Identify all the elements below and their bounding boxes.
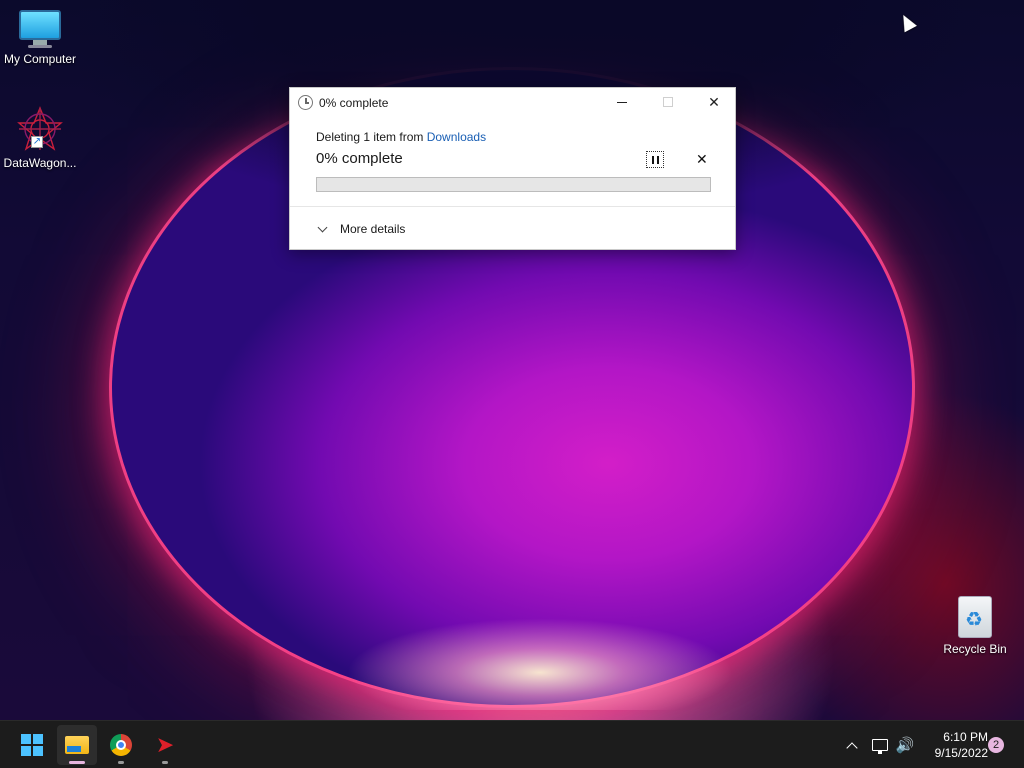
chevron-up-icon — [846, 741, 858, 754]
show-hidden-icons-button[interactable] — [842, 721, 862, 768]
wallpaper-bottom-glow — [300, 560, 780, 710]
desktop-icon-recycle-bin[interactable]: ♻ Recycle Bin — [935, 596, 1015, 656]
notification-badge[interactable]: 2 — [988, 737, 1004, 753]
desktop-icon-my-computer[interactable]: My Computer — [0, 10, 80, 66]
progress-percent-text: 0% complete — [316, 150, 403, 167]
running-indicator — [118, 761, 124, 764]
clock-time: 6:10 PM — [943, 730, 988, 744]
shortcut-arrow-icon: ↗ — [31, 136, 43, 148]
desktop-icon-label: Recycle Bin — [943, 642, 1007, 656]
chrome-icon — [110, 734, 132, 756]
delete-progress-dialog: 0% complete ✕ Deleting 1 item from Downl… — [289, 87, 736, 250]
close-button[interactable]: ✕ — [691, 88, 737, 116]
chevron-down-icon — [317, 222, 328, 232]
pause-button[interactable] — [646, 151, 664, 168]
close-icon: ✕ — [696, 151, 708, 167]
downloads-link[interactable]: Downloads — [427, 130, 486, 144]
network-icon — [872, 739, 888, 754]
speaker-icon: 🔊 — [895, 737, 915, 754]
clock[interactable]: 6:10 PM 9/15/2022 — [924, 721, 988, 768]
running-indicator — [69, 761, 85, 764]
running-indicator — [162, 761, 168, 764]
maximize-icon — [663, 97, 673, 107]
dialog-title: 0% complete — [319, 96, 389, 110]
red-app-icon: ➤ — [155, 732, 175, 757]
recycle-bin-icon: ♻ — [958, 596, 992, 638]
monitor-icon — [19, 10, 61, 48]
desktop-icon-label: DataWagon... — [3, 156, 77, 170]
minimize-button[interactable] — [599, 88, 645, 116]
taskbar-red-app[interactable]: ➤ — [145, 725, 185, 765]
deleting-status: Deleting 1 item from Downloads — [316, 130, 486, 144]
progress-bar — [316, 177, 711, 192]
dialog-divider — [290, 206, 735, 207]
cancel-operation-button[interactable]: ✕ — [696, 151, 708, 168]
clock-date: 9/15/2022 — [934, 746, 988, 760]
more-details-label: More details — [340, 222, 406, 236]
start-button[interactable] — [12, 725, 52, 765]
windows-start-icon — [21, 734, 43, 756]
close-icon: ✕ — [708, 93, 720, 110]
more-details-toggle[interactable]: More details — [317, 222, 406, 236]
maximize-button[interactable] — [645, 88, 691, 116]
deleting-prefix: Deleting 1 item from — [316, 130, 427, 144]
clock-icon — [298, 95, 313, 110]
pause-icon — [651, 155, 659, 164]
taskbar-chrome[interactable] — [101, 725, 141, 765]
desktop-icon-datawagon[interactable]: ↗ DataWagon... — [0, 106, 80, 170]
network-button[interactable] — [870, 721, 890, 768]
file-explorer-icon — [65, 736, 89, 754]
minimize-icon — [617, 101, 627, 103]
volume-button[interactable]: 🔊 — [894, 721, 916, 768]
taskbar: ➤ 🔊 6:10 PM 9/15/2022 2 — [0, 720, 1024, 768]
datawagon-logo-icon: ↗ — [17, 106, 63, 152]
taskbar-file-explorer[interactable] — [57, 725, 97, 765]
desktop-icon-label: My Computer — [3, 52, 77, 66]
dialog-titlebar[interactable]: 0% complete ✕ — [290, 88, 735, 116]
